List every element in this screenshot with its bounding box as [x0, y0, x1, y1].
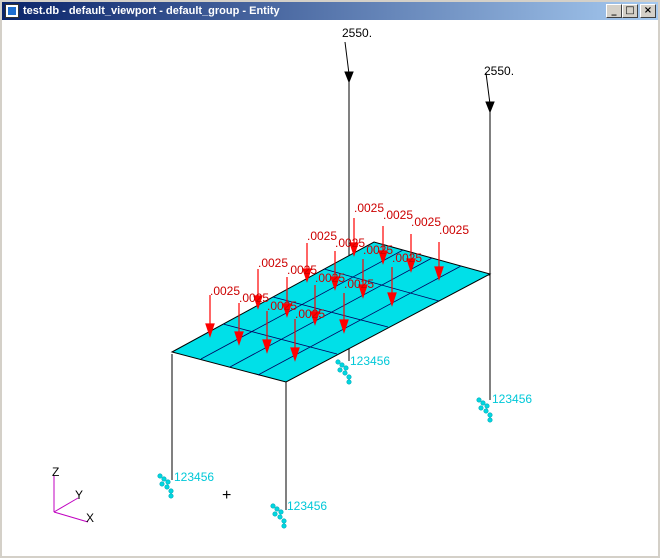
constraint-label: 123456	[492, 392, 532, 406]
pressure-label: .0025	[210, 284, 240, 298]
close-button[interactable]: ×	[640, 4, 656, 18]
force-label: 2550.	[342, 26, 372, 40]
minimize-button[interactable]: _	[606, 4, 622, 18]
model-drawing: .0025 .0025 .0025 .0025 .0025 .0025 .002…	[52, 26, 532, 529]
pressure-label: .0025	[411, 215, 441, 229]
force-label: 2550.	[484, 64, 514, 78]
pressure-label: .0025	[315, 271, 345, 285]
title-bar[interactable]: test.db - default_viewport - default_gro…	[2, 2, 658, 20]
pressure-label: .0025	[239, 291, 269, 305]
pressure-label: .0025	[287, 263, 317, 277]
pressure-label: .0025	[307, 229, 337, 243]
app-window: test.db - default_viewport - default_gro…	[0, 0, 660, 558]
pressure-label: .0025	[267, 299, 297, 313]
constraint-symbol	[335, 359, 352, 385]
constraint-label: 123456	[287, 499, 327, 513]
pressure-label: .0025	[295, 307, 325, 321]
pressure-label: .0025	[354, 201, 384, 215]
constraint-symbol	[476, 397, 493, 423]
app-icon[interactable]	[5, 4, 19, 18]
pressure-label: .0025	[344, 277, 374, 291]
window-title: test.db - default_viewport - default_gro…	[23, 5, 280, 17]
pressure-label: .0025	[363, 243, 393, 257]
maximize-button[interactable]: □	[622, 4, 638, 18]
pressure-label: .0025	[392, 251, 422, 265]
axis-label-x: X	[86, 511, 94, 525]
force-arrow-1	[344, 41, 350, 75]
force-arrows	[344, 41, 495, 114]
pressure-label: .0025	[258, 256, 288, 270]
axis-label-y: Y	[75, 488, 83, 502]
origin-marker: +	[222, 487, 231, 504]
pressure-label: .0025	[439, 223, 469, 237]
constraint-label: 123456	[350, 354, 390, 368]
axis-x-line	[53, 511, 89, 523]
pressure-label: .0025	[335, 236, 365, 250]
model-viewport[interactable]: .0025 .0025 .0025 .0025 .0025 .0025 .002…	[2, 20, 658, 556]
pressure-label: .0025	[383, 208, 413, 222]
axis-label-z: Z	[52, 465, 59, 479]
constraint-symbol	[157, 473, 174, 499]
constraint-label: 123456	[174, 470, 214, 484]
constraint-symbol	[270, 503, 287, 529]
